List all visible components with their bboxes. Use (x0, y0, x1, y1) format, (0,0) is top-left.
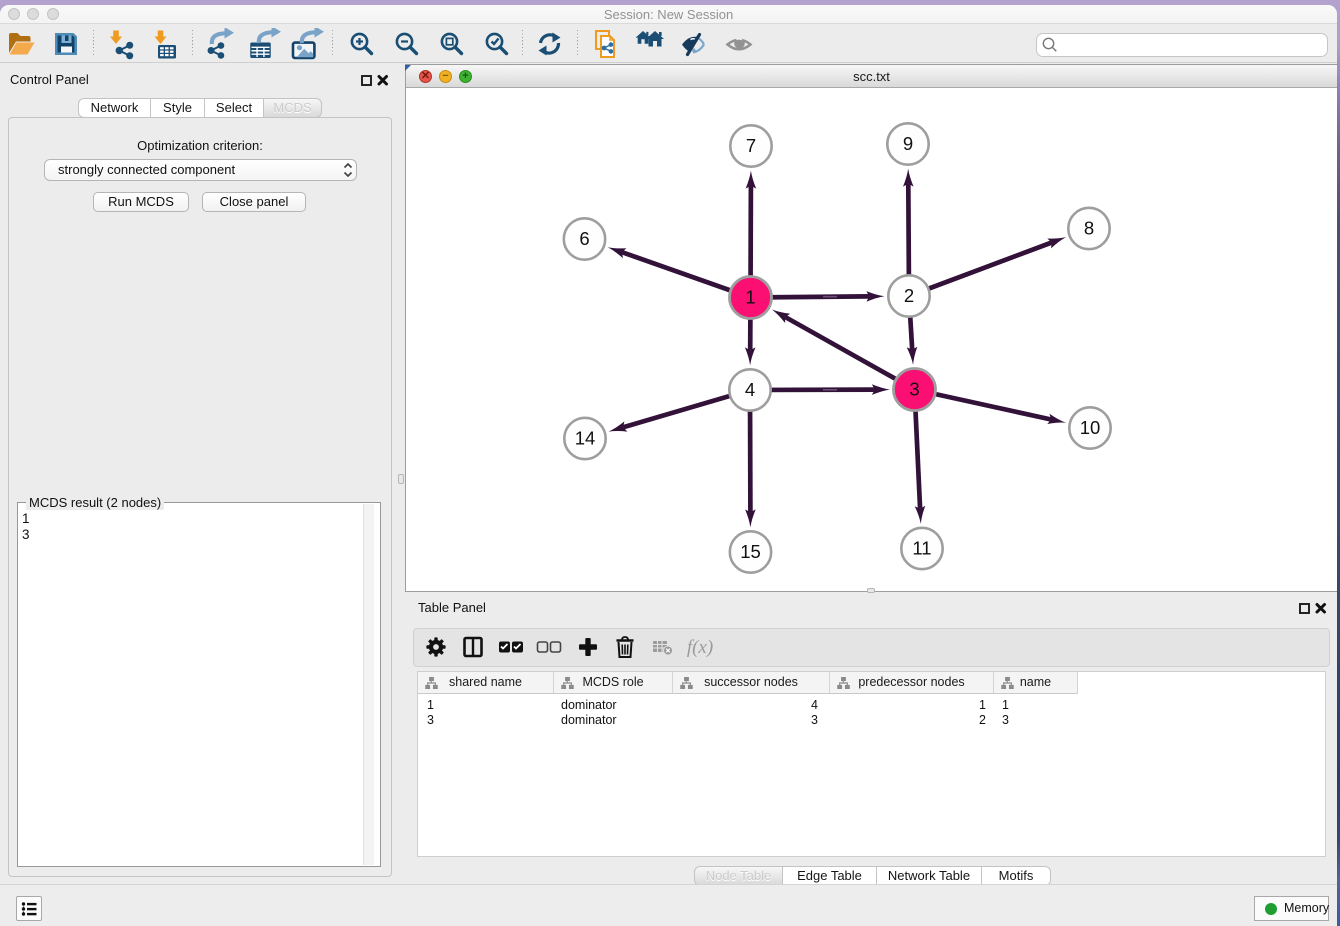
svg-text:1: 1 (745, 287, 755, 308)
svg-text:2: 2 (904, 285, 914, 306)
svg-text:4: 4 (745, 379, 755, 400)
svg-text:f(x): f(x) (687, 637, 713, 658)
svg-text:14: 14 (575, 428, 596, 449)
svg-text:9: 9 (903, 133, 913, 154)
svg-text:10: 10 (1080, 417, 1101, 438)
svg-text:8: 8 (1084, 218, 1094, 239)
svg-text:3: 3 (909, 379, 919, 400)
svg-text:7: 7 (746, 135, 756, 156)
svg-text:11: 11 (912, 538, 931, 559)
svg-text:15: 15 (740, 541, 761, 562)
svg-text:6: 6 (579, 228, 589, 249)
